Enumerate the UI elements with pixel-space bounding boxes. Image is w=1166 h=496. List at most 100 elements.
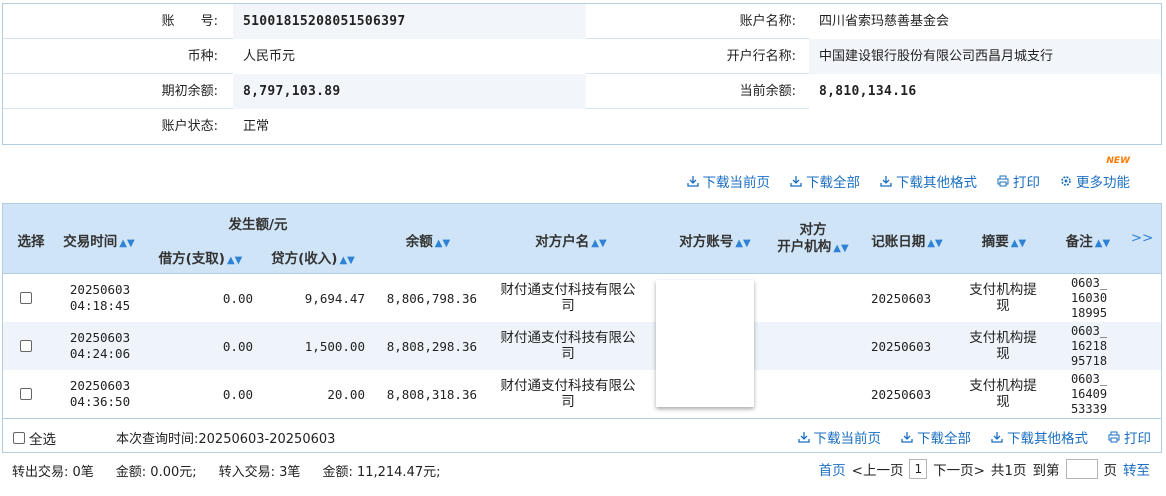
select-all[interactable]: 全选 bbox=[13, 428, 56, 448]
row-checkbox-cell[interactable] bbox=[20, 322, 34, 370]
row-checkbox-cell[interactable] bbox=[20, 370, 34, 418]
transaction-clock: 04:18:45 bbox=[69, 298, 131, 313]
counterparty-name-line1: 财付通支付科技有限公 bbox=[500, 378, 636, 394]
footer-download-page-label: 下载当前页 bbox=[813, 431, 882, 447]
download-page-button[interactable]: 下载当前页 bbox=[686, 171, 770, 191]
row-checkbox[interactable] bbox=[20, 292, 32, 304]
download-other-format-button[interactable]: 下载其他格式 bbox=[880, 171, 977, 191]
header-summary[interactable]: 摘要 ▲▼ bbox=[979, 230, 1029, 250]
transaction-date: 20250603 bbox=[69, 330, 131, 345]
info-row-balance: 期初余额: 8,797,103.89 当前余额: 8,810,134.16 bbox=[3, 74, 1161, 109]
summary-line1: 支付机构提 bbox=[969, 330, 1037, 346]
currency-label: 币种: bbox=[187, 49, 218, 64]
summary-cell: 支付机构提现 bbox=[963, 274, 1043, 322]
next-page-link[interactable]: 下一页> bbox=[933, 459, 985, 479]
row-checkbox[interactable] bbox=[20, 340, 32, 352]
header-time[interactable]: 交易时间 ▲▼ bbox=[59, 230, 139, 250]
remark-cell: 0603_ 16218 95718 bbox=[1061, 322, 1117, 370]
sort-icon: ▲▼ bbox=[735, 238, 751, 249]
transaction-time: 20250603 04:24:06 bbox=[58, 322, 142, 370]
footer-print-label: 打印 bbox=[1124, 431, 1151, 447]
header-counterparty-bank-line2: 开户机构 bbox=[777, 239, 832, 255]
sort-icon: ▲▼ bbox=[927, 238, 943, 249]
footer-download-other-format-label: 下载其他格式 bbox=[1007, 431, 1088, 447]
print-button[interactable]: 打印 bbox=[997, 171, 1040, 191]
bank-value: 中国建设银行股份有限公司西昌月城支行 bbox=[809, 39, 1161, 74]
footer-toolbar: 下载当前页 下载全部 下载其他格式 打印 bbox=[797, 427, 1151, 447]
summary-line1: 支付机构提 bbox=[969, 282, 1037, 298]
booking-date: 20250603 bbox=[871, 338, 932, 354]
summary-cell: 支付机构提现 bbox=[963, 322, 1043, 370]
current-balance-label: 当前余额: bbox=[739, 84, 796, 99]
credit-amount: 20.00 bbox=[327, 386, 365, 402]
transaction-clock: 04:36:50 bbox=[69, 394, 131, 409]
summary-line2: 现 bbox=[996, 394, 1010, 410]
account-number-value: 51001815208051506397 bbox=[233, 4, 586, 39]
sort-icon: ▲▼ bbox=[119, 238, 135, 249]
status-label: 账户状态: bbox=[161, 119, 218, 134]
footer-download-other-format-button[interactable]: 下载其他格式 bbox=[991, 427, 1088, 447]
header-balance[interactable]: 余额 ▲▼ bbox=[398, 230, 458, 250]
debit-amount: 0.00 bbox=[222, 338, 253, 354]
download-icon bbox=[686, 176, 699, 187]
remark-cell: 0603_ 16030 18995 bbox=[1061, 274, 1117, 322]
header-remark-label: 备注 bbox=[1065, 234, 1093, 250]
balance-amount: 8,808,318.36 bbox=[386, 386, 477, 402]
header-counterparty-account-label: 对方账号 bbox=[679, 234, 734, 250]
header-remark[interactable]: 备注 ▲▼ bbox=[1063, 230, 1113, 250]
gear-icon bbox=[1061, 176, 1071, 186]
summary-line2: 现 bbox=[996, 346, 1010, 362]
sort-icon: ▲▼ bbox=[434, 238, 451, 249]
masked-counterparty-account bbox=[656, 280, 754, 407]
transaction-summary: 转出交易: 0笔 金额: 0.00元; 转入交易: 3笔 金额: 11,214.… bbox=[12, 461, 441, 480]
counterparty-name: 财付通支付科技有限公司 bbox=[493, 370, 643, 418]
account-number-label: 账 号: bbox=[161, 14, 218, 29]
account-name-label: 账户名称: bbox=[739, 14, 796, 29]
counterparty-name: 财付通支付科技有限公司 bbox=[493, 322, 643, 370]
incoming-count: 转入交易: 3笔 bbox=[218, 465, 301, 480]
more-functions-label: 更多功能 bbox=[1076, 175, 1130, 191]
header-time-label: 交易时间 bbox=[63, 234, 118, 250]
header-debit[interactable]: 借方(支取) ▲▼ bbox=[153, 247, 248, 267]
row-checkbox[interactable] bbox=[20, 388, 32, 400]
row-checkbox-cell[interactable] bbox=[20, 274, 34, 322]
download-all-button[interactable]: 下载全部 bbox=[790, 171, 860, 191]
select-all-checkbox[interactable] bbox=[13, 432, 25, 444]
download-icon bbox=[901, 432, 913, 443]
remark-line1: 0603_ bbox=[1070, 371, 1108, 386]
table-row[interactable]: 20250603 04:24:06 0.00 1,500.00 8,808,298.36… bbox=[3, 322, 1161, 370]
transaction-date: 20250603 bbox=[69, 282, 131, 297]
credit-amount: 9,694.47 bbox=[304, 290, 365, 306]
debit-amount: 0.00 bbox=[222, 386, 253, 402]
account-name-value: 四川省索玛慈善基金会 bbox=[809, 4, 1161, 39]
balance-amount: 8,806,798.36 bbox=[386, 290, 477, 306]
incoming-amount: 金额: 11,214.47元; bbox=[322, 465, 441, 480]
print-icon bbox=[997, 175, 1009, 187]
expand-columns-button[interactable]: >> bbox=[1127, 230, 1157, 246]
summary-cell: 支付机构提现 bbox=[963, 370, 1043, 418]
header-summary-label: 摘要 bbox=[981, 234, 1009, 250]
header-booking-date[interactable]: 记账日期 ▲▼ bbox=[867, 230, 947, 250]
header-counterparty-name-label: 对方户名 bbox=[535, 234, 590, 250]
footer-print-button[interactable]: 打印 bbox=[1108, 427, 1151, 447]
page-unit-label: 页 bbox=[1103, 463, 1118, 479]
outgoing-amount: 金额: 0.00元; bbox=[115, 465, 197, 480]
new-badge: NEW bbox=[1106, 156, 1130, 166]
table-row[interactable]: 20250603 04:36:50 0.00 20.00 8,808,318.36 财付通… bbox=[3, 370, 1161, 418]
header-counterparty-name[interactable]: 对方户名 ▲▼ bbox=[531, 230, 611, 250]
goto-button[interactable]: 转至 bbox=[1123, 459, 1150, 479]
more-functions-button[interactable]: 更多功能 NEW bbox=[1060, 156, 1130, 191]
footer-download-page-button[interactable]: 下载当前页 bbox=[797, 427, 882, 447]
header-counterparty-account[interactable]: 对方账号 ▲▼ bbox=[675, 230, 755, 250]
sort-icon: ▲▼ bbox=[1094, 238, 1111, 249]
header-counterparty-bank[interactable]: 对方 开户机构 ▲▼ bbox=[773, 222, 853, 257]
goto-page-input[interactable] bbox=[1065, 459, 1098, 479]
footer-download-all-button[interactable]: 下载全部 bbox=[901, 427, 971, 447]
download-icon bbox=[790, 176, 802, 187]
table-row[interactable]: 20250603 04:18:45 0.00 9,694.47 8,806,798.36… bbox=[3, 274, 1161, 322]
first-page-link[interactable]: 首页 bbox=[819, 459, 846, 479]
header-credit[interactable]: 贷方(收入) ▲▼ bbox=[265, 247, 361, 267]
prev-page-link[interactable]: <上一页 bbox=[852, 459, 904, 479]
download-all-label: 下载全部 bbox=[806, 175, 860, 191]
remark-line1: 0603_ bbox=[1070, 275, 1108, 290]
